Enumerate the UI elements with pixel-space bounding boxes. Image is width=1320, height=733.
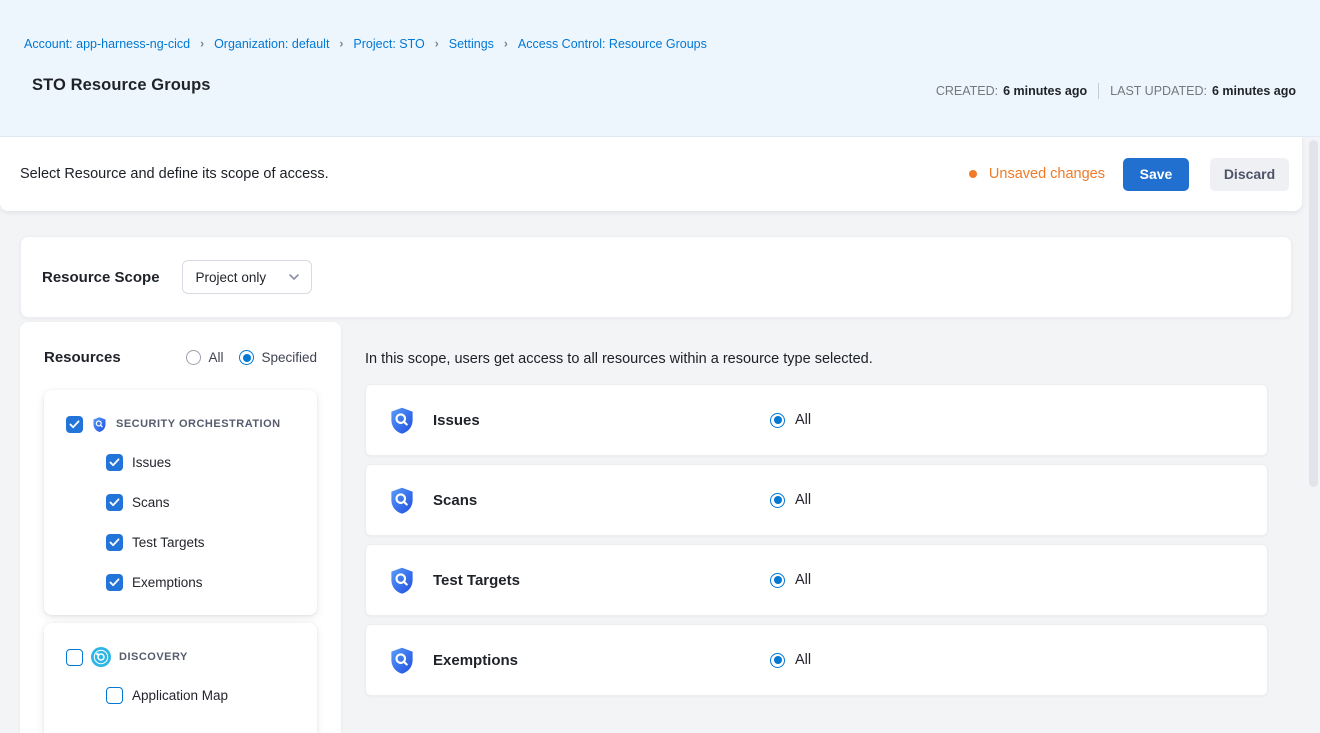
access-label: All [795, 492, 811, 508]
tree-item-label: Test Targets [132, 535, 205, 550]
tree-item-label: Application Map [132, 688, 228, 703]
tree-item-label: Scans [132, 495, 170, 510]
checkbox-exemptions[interactable] [106, 574, 123, 591]
radio-all[interactable]: All [186, 350, 223, 365]
resource-scope-label: Resource Scope [42, 269, 160, 286]
resource-row-title: Exemptions [433, 652, 518, 669]
tree-item-label: Exemptions [132, 575, 203, 590]
resource-row-scans: Scans All [365, 464, 1268, 536]
last-updated-value: 6 minutes ago [1212, 84, 1296, 98]
page-title: STO Resource Groups [32, 76, 211, 95]
discard-button[interactable]: Discard [1210, 158, 1289, 191]
radio-selected-icon[interactable] [770, 653, 785, 668]
check-icon [109, 538, 120, 547]
created-label: CREATED: [936, 84, 998, 98]
checkbox-test-targets[interactable] [106, 534, 123, 551]
page-header: Account: app-harness-ng-cicd › Organizat… [0, 0, 1320, 137]
resources-mode-radio-group: All Specified [186, 350, 317, 365]
resource-scope-card: Resource Scope Project only [20, 236, 1292, 318]
checkbox-security-orchestration[interactable] [66, 416, 83, 433]
access-radio-all[interactable]: All [770, 572, 811, 588]
chevron-right-icon: › [435, 37, 439, 51]
breadcrumb-account[interactable]: Account: app-harness-ng-cicd [24, 37, 190, 51]
unsaved-dot-icon [969, 170, 977, 178]
scope-description: In this scope, users get access to all r… [365, 351, 873, 367]
breadcrumb-organization[interactable]: Organization: default [214, 37, 329, 51]
radio-selected-icon[interactable] [770, 573, 785, 588]
group-header: SECURITY ORCHESTRATION [44, 406, 317, 442]
meta-divider [1098, 83, 1099, 99]
chevron-right-icon: › [504, 37, 508, 51]
resource-scope-value: Project only [196, 270, 288, 285]
chevron-down-icon [288, 273, 300, 281]
sto-shield-icon [387, 405, 417, 436]
unsaved-changes-label: Unsaved changes [989, 166, 1105, 182]
sto-shield-icon [387, 645, 417, 676]
breadcrumb-project[interactable]: Project: STO [353, 37, 424, 51]
scrollbar-track[interactable] [1307, 137, 1320, 733]
check-icon [69, 420, 80, 429]
radio-specified-circle-icon[interactable] [239, 350, 254, 365]
check-icon [109, 458, 120, 467]
tree-item-issues: Issues [44, 442, 317, 482]
resource-group-card-discovery: DISCOVERY Application Map [44, 623, 317, 733]
group-name: DISCOVERY [119, 651, 188, 663]
resource-row-title: Test Targets [433, 572, 520, 589]
chevron-right-icon: › [339, 37, 343, 51]
radio-specified[interactable]: Specified [239, 350, 317, 365]
access-radio-all[interactable]: All [770, 412, 811, 428]
radio-specified-label: Specified [261, 350, 317, 365]
action-toolbar: Select Resource and define its scope of … [0, 137, 1302, 211]
sto-shield-icon [387, 485, 417, 516]
breadcrumb-settings[interactable]: Settings [449, 37, 494, 51]
checkbox-scans[interactable] [106, 494, 123, 511]
checkbox-application-map[interactable] [106, 687, 123, 704]
group-header: DISCOVERY [44, 639, 317, 675]
breadcrumb: Account: app-harness-ng-cicd › Organizat… [24, 37, 707, 51]
toolbar-description: Select Resource and define its scope of … [20, 166, 329, 182]
resource-row-issues: Issues All [365, 384, 1268, 456]
breadcrumb-access-control[interactable]: Access Control: Resource Groups [518, 37, 707, 51]
resource-row-exemptions: Exemptions All [365, 624, 1268, 696]
timestamps: CREATED: 6 minutes ago LAST UPDATED: 6 m… [936, 83, 1296, 99]
checkbox-issues[interactable] [106, 454, 123, 471]
access-radio-all[interactable]: All [770, 652, 811, 668]
check-icon [109, 578, 120, 587]
group-name: SECURITY ORCHESTRATION [116, 418, 281, 430]
access-label: All [795, 572, 811, 588]
tree-item-label: Issues [132, 455, 171, 470]
chevron-right-icon: › [200, 37, 204, 51]
sto-shield-icon [387, 565, 417, 596]
resource-row-test-targets: Test Targets All [365, 544, 1268, 616]
radio-all-circle-icon[interactable] [186, 350, 201, 365]
save-button[interactable]: Save [1123, 158, 1189, 191]
checkbox-discovery[interactable] [66, 649, 83, 666]
resource-group-card-security-orchestration: SECURITY ORCHESTRATION Issues Scans Test… [44, 390, 317, 615]
resources-panel-header: Resources All Specified [20, 322, 341, 366]
sto-shield-icon [91, 416, 108, 433]
radio-selected-icon[interactable] [770, 413, 785, 428]
resource-scope-select[interactable]: Project only [182, 260, 312, 294]
scrollbar-thumb[interactable] [1309, 140, 1318, 487]
created-value: 6 minutes ago [1003, 84, 1087, 98]
toolbar-actions: Unsaved changes Save Discard [969, 158, 1289, 191]
access-label: All [795, 652, 811, 668]
tree-item-exemptions: Exemptions [44, 562, 317, 602]
radio-selected-icon[interactable] [770, 493, 785, 508]
resources-panel: Resources All Specified [20, 322, 341, 733]
tree-item-test-targets: Test Targets [44, 522, 317, 562]
discovery-icon [91, 647, 111, 667]
tree-item-scans: Scans [44, 482, 317, 522]
last-updated-label: LAST UPDATED: [1110, 84, 1207, 98]
radio-all-label: All [208, 350, 223, 365]
resource-row-title: Scans [433, 492, 477, 509]
resource-row-title: Issues [433, 412, 480, 429]
access-radio-all[interactable]: All [770, 492, 811, 508]
tree-item-application-map: Application Map [44, 675, 317, 715]
resources-title: Resources [44, 349, 121, 366]
access-label: All [795, 412, 811, 428]
check-icon [109, 498, 120, 507]
